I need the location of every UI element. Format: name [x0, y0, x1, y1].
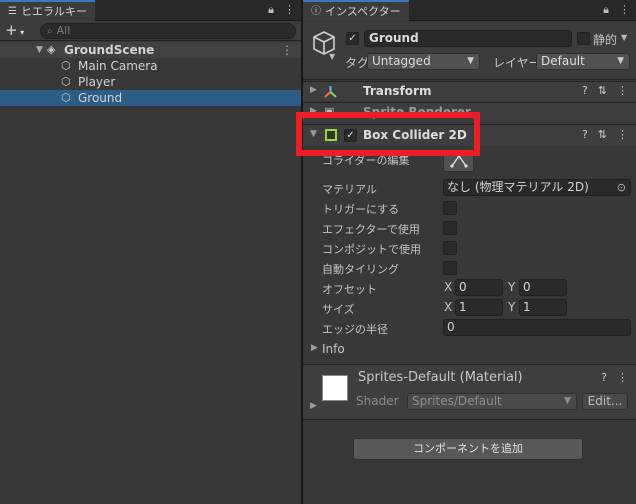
hierarchy-item-main-camera[interactable]: ⬡ Main Camera — [0, 58, 301, 74]
offset-label: オフセット — [322, 283, 377, 296]
component-kebab-icon[interactable]: ⋮ — [617, 84, 628, 97]
help-icon[interactable]: ? — [582, 128, 588, 141]
preset-sliders-icon[interactable]: ⇅ — [598, 84, 607, 97]
component-transform[interactable]: ▶ Transform ? ⇅ ⋮ — [303, 81, 636, 101]
trigger-checkbox[interactable] — [443, 201, 457, 215]
icon-dropdown-arrow-icon[interactable]: ▼ — [329, 52, 335, 61]
material-section: ▶ Sprites-Default (Material) ? ⋮ Shader … — [303, 364, 636, 418]
info-foldout-arrow-icon[interactable]: ▶ — [311, 343, 318, 353]
lock-icon[interactable]: 🔒︎ — [268, 3, 274, 17]
lock-icon[interactable]: 🔒︎ — [603, 3, 609, 17]
offset-x-label: X — [444, 280, 453, 294]
hierarchy-search-input[interactable]: ⌕ All — [40, 23, 296, 39]
size-y-field[interactable]: 1 — [519, 299, 567, 316]
add-object-button[interactable]: + ▾ — [5, 22, 24, 41]
static-label: 静的 — [593, 33, 618, 47]
composite-checkbox[interactable] — [443, 241, 457, 255]
scene-kebab-icon[interactable]: ⋮ — [281, 42, 293, 58]
tab-inspector[interactable]: ⓘ インスペクター — [303, 0, 409, 21]
search-icon: ⌕ — [47, 26, 53, 37]
shader-edit-button[interactable]: Edit... — [582, 393, 628, 410]
offset-y-label: Y — [508, 280, 516, 294]
trigger-label: トリガーにする — [322, 203, 400, 216]
edit-shape-icon — [449, 154, 468, 168]
kebab-menu-icon[interactable]: ⋮ — [619, 3, 630, 17]
help-icon[interactable]: ? — [601, 371, 607, 384]
shader-value: Sprites/Default — [412, 394, 502, 408]
gameobject-cube-icon: ⬡ — [61, 75, 71, 88]
layer-dropdown[interactable]: Default ▼ — [536, 53, 630, 70]
item-label: Player — [78, 75, 116, 89]
transform-axes-icon — [324, 86, 337, 98]
tag-label: タグ — [345, 56, 370, 70]
hierarchy-item-player[interactable]: ⬡ Player — [0, 74, 301, 90]
preset-sliders-icon[interactable]: ⇅ — [598, 128, 607, 141]
layer-value: Default — [541, 54, 585, 68]
add-component-button[interactable]: コンポーネントを追加 — [353, 438, 583, 460]
size-x-field[interactable]: 1 — [455, 299, 503, 316]
unity-scene-icon: ◈ — [47, 43, 56, 56]
scene-row[interactable]: ▼ ◈ GroundScene ⋮ — [0, 42, 301, 58]
collapse-arrow-icon[interactable]: ▶ — [310, 85, 317, 95]
list-icon: ☰ — [8, 5, 17, 17]
inspector-tab-label: インスペクター — [325, 4, 401, 18]
effector-checkbox[interactable] — [443, 221, 457, 235]
component-kebab-icon[interactable]: ⋮ — [617, 128, 628, 141]
tag-value: Untagged — [372, 54, 431, 68]
object-name-field[interactable]: Ground — [364, 30, 572, 47]
hierarchy-toolbar: + ▾ ⌕ All — [0, 21, 301, 41]
composite-label: コンポジットで使用 — [322, 243, 421, 256]
layer-label: レイヤー — [493, 56, 541, 70]
offset-x-field[interactable]: 0 — [455, 279, 503, 296]
hierarchy-tabbar: ☰ ヒエラルキー 🔒︎ ⋮ — [0, 0, 301, 21]
material-object-field[interactable]: なし (物理マテリアル 2D) ⊙ — [443, 179, 631, 196]
active-checkbox[interactable]: ✓ — [346, 32, 359, 45]
help-icon[interactable]: ? — [582, 84, 588, 97]
size-y-label: Y — [508, 300, 516, 314]
shader-dropdown[interactable]: Sprites/Default ▼ — [407, 393, 577, 410]
info-foldout[interactable]: Info — [322, 342, 345, 356]
static-dropdown-arrow-icon[interactable]: ▼ — [621, 33, 627, 42]
static-checkbox[interactable] — [577, 32, 590, 45]
divider — [303, 419, 636, 420]
item-label: Main Camera — [78, 59, 158, 73]
autotiling-label: 自動タイリング — [322, 263, 399, 276]
gameobject-header: ▼ ✓ Ground 静的 ▼ タグ Untagged ▼ レイヤー Defaul… — [303, 22, 636, 80]
inspector-tabbar: ⓘ インスペクター 🔒︎ ⋮ — [303, 0, 636, 21]
highlight-box — [296, 112, 480, 156]
hierarchy-item-ground[interactable]: ⬡ Ground — [0, 90, 301, 106]
chevron-down-icon: ▼ — [467, 56, 474, 66]
shader-label: Shader — [356, 394, 399, 408]
size-label: サイズ — [322, 303, 355, 316]
material-title: Sprites-Default (Material) — [358, 370, 523, 385]
kebab-menu-icon[interactable]: ⋮ — [284, 3, 295, 17]
object-picker-icon[interactable]: ⊙ — [617, 180, 626, 195]
tag-dropdown[interactable]: Untagged ▼ — [367, 53, 480, 70]
gameobject-cube-icon: ⬡ — [61, 91, 71, 104]
hierarchy-panel: ☰ ヒエラルキー 🔒︎ ⋮ + ▾ ⌕ All ▼ ◈ GroundScene ⋮… — [0, 0, 301, 504]
effector-label: エフェクターで使用 — [322, 223, 420, 236]
hierarchy-tab-label: ヒエラルキー — [20, 4, 87, 18]
material-kebab-icon[interactable]: ⋮ — [617, 371, 628, 384]
offset-y-field[interactable]: 0 — [519, 279, 567, 296]
chevron-down-icon: ▼ — [617, 56, 624, 66]
material-preview-swatch — [322, 375, 348, 401]
edge-radius-field[interactable]: 0 — [443, 319, 631, 336]
info-icon: ⓘ — [311, 5, 321, 17]
tab-hierarchy[interactable]: ☰ ヒエラルキー — [0, 0, 95, 21]
scene-name: GroundScene — [64, 43, 155, 57]
edge-radius-label: エッジの半径 — [322, 323, 388, 336]
material-label: マテリアル — [322, 183, 377, 196]
chevron-down-icon: ▼ — [564, 396, 571, 406]
search-placeholder: All — [56, 24, 71, 37]
inspector-panel: ⓘ インスペクター 🔒︎ ⋮ ▼ ✓ Ground 静的 ▼ タグ Untagg… — [303, 0, 636, 504]
component-name: Transform — [363, 84, 432, 98]
expand-arrow-icon[interactable]: ▼ — [36, 42, 43, 58]
material-foldout-arrow-icon[interactable]: ▶ — [310, 401, 317, 411]
autotiling-checkbox[interactable] — [443, 261, 457, 275]
material-value: なし (物理マテリアル 2D) — [447, 180, 589, 194]
size-x-label: X — [444, 300, 453, 314]
item-label: Ground — [78, 91, 123, 105]
gameobject-cube-icon: ⬡ — [61, 59, 71, 72]
